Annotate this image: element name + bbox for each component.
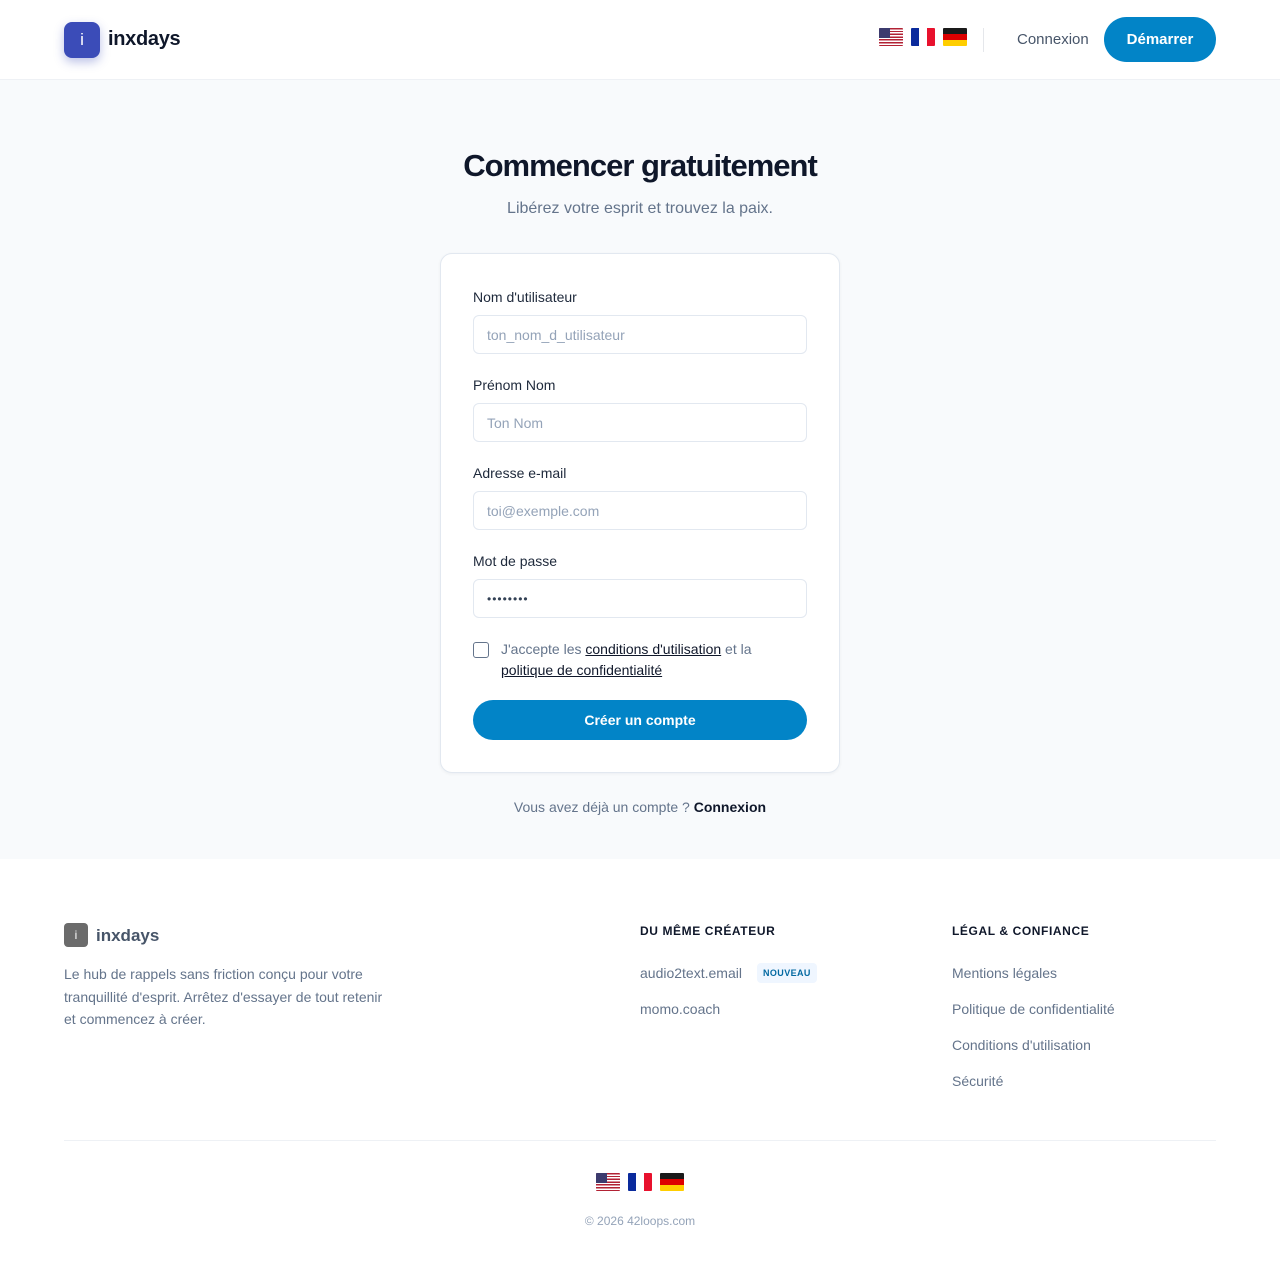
already-account: Vous avez déjà un compte ? Connexion — [0, 799, 1280, 815]
terms-text: J'accepte les conditions d'utilisation e… — [501, 639, 801, 681]
create-account-button[interactable]: Créer un compte — [473, 700, 807, 740]
site-header: i inxdays Connexion Démarrer — [0, 0, 1280, 80]
terms-prefix: J'accepte les — [501, 641, 586, 657]
password-label: Mot de passe — [473, 553, 558, 569]
de-flag-icon[interactable] — [660, 1173, 684, 1191]
terms-checkbox[interactable] — [473, 642, 489, 658]
email-label: Adresse e-mail — [473, 465, 567, 481]
page-subtitle: Libérez votre esprit et trouvez la paix. — [507, 200, 773, 217]
username-label: Nom d'utilisateur — [473, 289, 577, 305]
legal-heading: LÉGAL & CONFIANCE — [952, 924, 1090, 938]
footer-divider — [64, 1140, 1216, 1141]
fullname-input[interactable] — [473, 403, 807, 442]
creator-link-audio2text[interactable]: audio2text.email — [640, 965, 742, 981]
fullname-label: Prénom Nom — [473, 377, 556, 393]
creator-link-momo[interactable]: momo.coach — [640, 1001, 720, 1017]
signup-card: Nom d'utilisateur Prénom Nom Adresse e-m… — [440, 253, 840, 773]
legal-link-mentions[interactable]: Mentions légales — [952, 965, 1057, 981]
copyright: © 2026 42loops.com — [584, 1214, 696, 1228]
footer-description: Le hub de rappels sans friction conçu po… — [64, 966, 383, 1027]
new-badge: NOUVEAU — [757, 963, 817, 983]
us-flag-icon[interactable] — [596, 1173, 620, 1191]
already-login-link[interactable]: Connexion — [694, 799, 766, 815]
terms-link[interactable]: conditions d'utilisation — [585, 641, 721, 657]
privacy-link[interactable]: politique de confidentialité — [501, 662, 662, 678]
us-flag-icon[interactable] — [879, 28, 903, 46]
legal-link-privacy[interactable]: Politique de confidentialité — [952, 1001, 1115, 1017]
username-input[interactable] — [473, 315, 807, 354]
footer-brand: inxdays — [96, 926, 160, 945]
logo-icon[interactable]: i — [64, 22, 100, 58]
legal-link-terms[interactable]: Conditions d'utilisation — [952, 1037, 1091, 1053]
header-divider — [983, 28, 984, 52]
terms-middle: et la — [721, 641, 752, 657]
email-input[interactable] — [473, 491, 807, 530]
main-section: Commencer gratuitement Libérez votre esp… — [0, 80, 1280, 859]
fr-flag-icon[interactable] — [911, 28, 935, 46]
password-input[interactable] — [473, 579, 807, 618]
already-text: Vous avez déjà un compte ? — [513, 799, 690, 815]
legal-link-security[interactable]: Sécurité — [952, 1073, 1003, 1089]
login-link[interactable]: Connexion — [1017, 31, 1089, 48]
footer-logo-icon: i — [64, 923, 88, 947]
site-footer: i inxdays Le hub de rappels sans frictio… — [0, 859, 1280, 1263]
de-flag-icon[interactable] — [943, 28, 967, 46]
brand-name[interactable]: inxdays — [108, 28, 181, 51]
fr-flag-icon[interactable] — [628, 1173, 652, 1191]
creator-heading: DU MÊME CRÉATEUR — [640, 924, 776, 938]
page-title: Commencer gratuitement — [463, 148, 818, 183]
start-button[interactable]: Démarrer — [1104, 17, 1216, 62]
